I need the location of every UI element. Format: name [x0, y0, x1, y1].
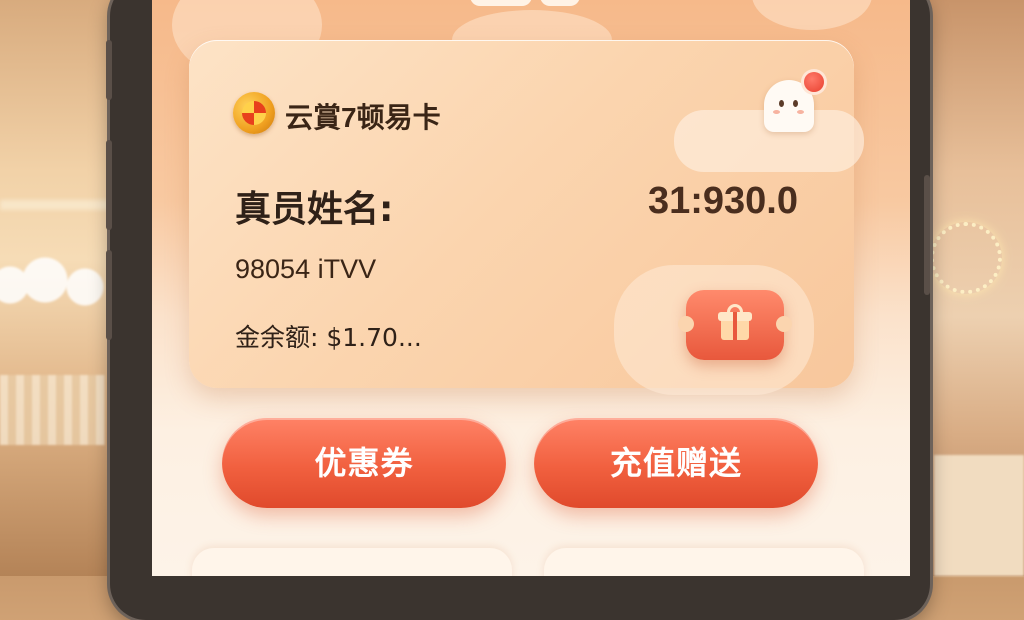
phone-screen: 云賞7顿易卡 真员姓名: 31:930.0 98054 iTVV 金余额: $1…	[152, 0, 910, 576]
coupon-button[interactable]: 优惠券	[222, 418, 506, 508]
ghost-cheek	[797, 110, 804, 114]
shield-logo-icon	[233, 92, 275, 134]
background-light-wreath	[930, 222, 1002, 294]
recharge-bonus-button[interactable]: 充值赠送	[534, 418, 818, 508]
phone-side-button	[106, 40, 112, 100]
ghost-cheek	[773, 110, 780, 114]
notification-dot-icon	[804, 72, 824, 92]
phone-volume-up-button	[106, 140, 112, 230]
gift-ticket-button[interactable]	[678, 290, 792, 360]
top-tab[interactable]	[470, 0, 532, 6]
background-clouds	[0, 255, 110, 315]
ghost-eye	[779, 100, 784, 107]
card-title: 云賞7顿易卡	[285, 102, 441, 133]
bottom-card[interactable]	[192, 548, 512, 576]
background-right-room	[914, 0, 1024, 576]
bottom-card[interactable]	[544, 548, 864, 576]
decor-blob	[752, 0, 872, 30]
membership-card[interactable]: 云賞7顿易卡 真员姓名: 31:930.0 98054 iTVV 金余额: $1…	[189, 40, 864, 395]
balance-line: 金余额: $1.70...	[235, 323, 422, 352]
background-shelf	[0, 200, 120, 210]
phone-volume-down-button	[106, 250, 112, 340]
balance-value: 31:930.0	[647, 180, 798, 222]
top-tab[interactable]	[540, 0, 580, 6]
gift-icon	[718, 304, 752, 340]
background-dresser	[934, 455, 1024, 576]
ghost-eye	[793, 100, 798, 107]
background-crib	[0, 375, 105, 445]
member-name-label: 真员姓名:	[235, 189, 394, 230]
member-id: 98054 iTVV	[235, 254, 377, 284]
phone-power-button	[924, 175, 930, 295]
logo-emblem	[242, 101, 266, 125]
